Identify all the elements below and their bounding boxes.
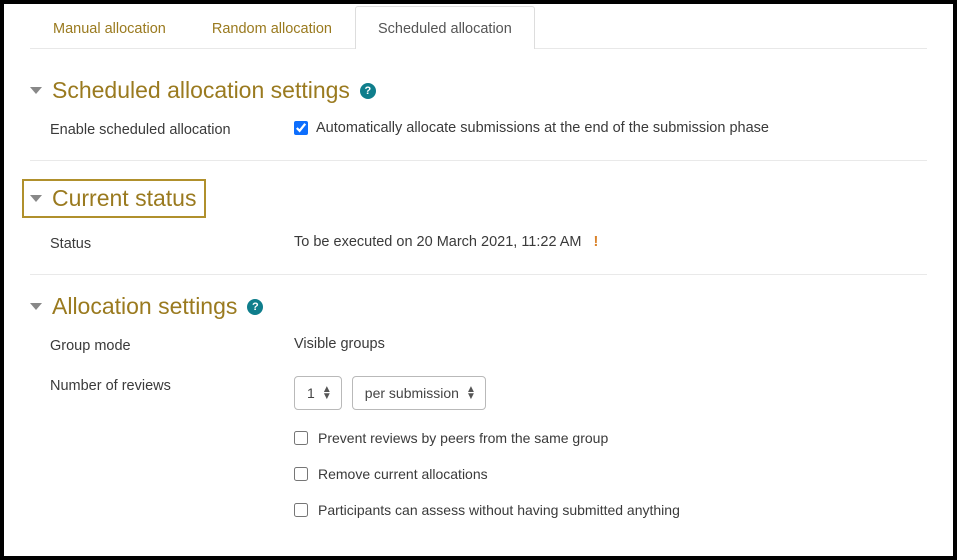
- num-reviews-select[interactable]: 1 ▲▼: [294, 376, 342, 410]
- collapse-toggle-icon[interactable]: [30, 195, 42, 202]
- section-scheduled-title: Scheduled allocation settings: [52, 77, 350, 104]
- separator: [30, 160, 927, 161]
- allocation-tabs: Manual allocation Random allocation Sche…: [30, 6, 927, 49]
- tab-random-allocation[interactable]: Random allocation: [189, 6, 355, 49]
- current-status-highlight: Current status: [22, 179, 206, 218]
- tab-manual-allocation[interactable]: Manual allocation: [30, 6, 189, 49]
- section-allocation-header[interactable]: Allocation settings ?: [30, 293, 927, 320]
- prevent-peers-checkbox[interactable]: [294, 431, 308, 445]
- enable-scheduled-checkbox[interactable]: [294, 121, 308, 135]
- group-mode-label: Group mode: [30, 336, 294, 354]
- prevent-peers-label: Prevent reviews by peers from the same g…: [318, 430, 608, 446]
- participants-assess-label: Participants can assess without having s…: [318, 502, 680, 518]
- separator: [30, 274, 927, 275]
- section-current-status: Current status Status To be executed on …: [30, 179, 927, 252]
- participants-assess-checkbox[interactable]: [294, 503, 308, 517]
- remove-allocations-checkbox[interactable]: [294, 467, 308, 481]
- section-scheduled-settings: Scheduled allocation settings ? Enable s…: [30, 77, 927, 138]
- chevron-updown-icon: ▲▼: [466, 386, 476, 400]
- num-reviews-per-select[interactable]: per submission ▲▼: [352, 376, 486, 410]
- num-reviews-value: 1: [307, 385, 315, 401]
- enable-scheduled-desc: Automatically allocate submissions at th…: [316, 120, 769, 136]
- section-current-status-title: Current status: [52, 185, 196, 212]
- num-reviews-label: Number of reviews: [30, 376, 294, 394]
- chevron-updown-icon: ▲▼: [322, 386, 332, 400]
- num-reviews-per-value: per submission: [365, 385, 459, 401]
- row-group-mode: Group mode Visible groups: [30, 336, 927, 354]
- row-status: Status To be executed on 20 March 2021, …: [30, 234, 927, 252]
- status-value: To be executed on 20 March 2021, 11:22 A…: [294, 234, 582, 250]
- enable-scheduled-label: Enable scheduled allocation: [30, 120, 294, 138]
- row-prevent-peers: Prevent reviews by peers from the same g…: [294, 430, 927, 446]
- row-number-of-reviews: Number of reviews 1 ▲▼ per submission ▲▼: [30, 376, 927, 410]
- row-participants-assess: Participants can assess without having s…: [294, 502, 927, 518]
- collapse-toggle-icon: [30, 303, 42, 310]
- tab-scheduled-allocation[interactable]: Scheduled allocation: [355, 6, 535, 49]
- app-frame: Manual allocation Random allocation Sche…: [0, 0, 957, 560]
- help-icon[interactable]: ?: [360, 83, 376, 99]
- group-mode-value: Visible groups: [294, 336, 385, 352]
- row-remove-allocations: Remove current allocations: [294, 466, 927, 482]
- help-icon[interactable]: ?: [247, 299, 263, 315]
- section-scheduled-header[interactable]: Scheduled allocation settings ?: [30, 77, 927, 104]
- remove-allocations-label: Remove current allocations: [318, 466, 488, 482]
- warning-icon: !: [594, 234, 599, 250]
- row-enable-scheduled: Enable scheduled allocation Automaticall…: [30, 120, 927, 138]
- collapse-toggle-icon: [30, 87, 42, 94]
- section-allocation-title: Allocation settings: [52, 293, 237, 320]
- status-label: Status: [30, 234, 294, 252]
- section-allocation-settings: Allocation settings ? Group mode Visible…: [30, 293, 927, 518]
